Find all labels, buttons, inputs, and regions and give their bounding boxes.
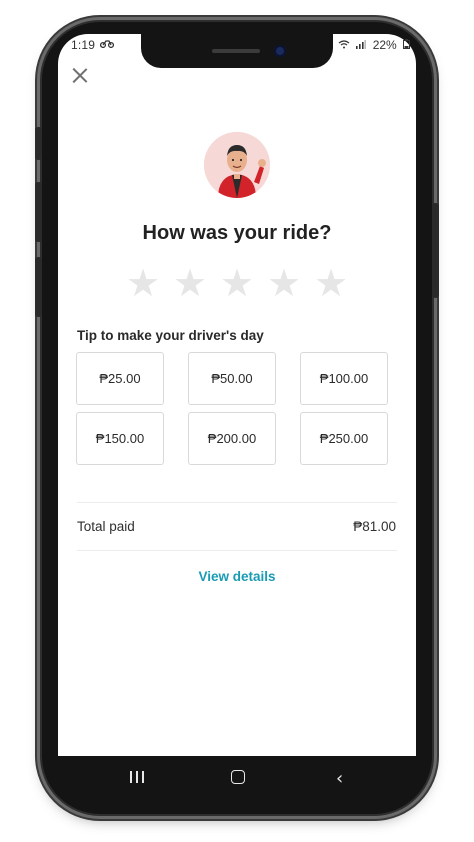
star-rating[interactable]: ★ ★ ★ ★ ★	[124, 265, 350, 305]
speaker-grille	[212, 49, 260, 53]
tip-option-button[interactable]: ₱100.00	[300, 352, 388, 405]
status-time: 1:19	[71, 38, 96, 52]
front-camera	[274, 45, 286, 57]
volume-key	[35, 127, 42, 160]
recents-icon[interactable]	[129, 771, 145, 783]
home-icon[interactable]	[231, 770, 245, 784]
star-icon[interactable]: ★	[312, 265, 350, 303]
power-key	[432, 203, 439, 298]
tip-option-button[interactable]: ₱25.00	[76, 352, 164, 405]
volume-up-key	[35, 182, 42, 242]
tip-option-button[interactable]: ₱200.00	[188, 412, 276, 465]
rating-title: How was your ride?	[142, 222, 332, 244]
divider	[77, 502, 397, 503]
back-icon[interactable]: ‹	[336, 768, 343, 789]
battery-text: 22%	[372, 38, 397, 52]
tip-label: Tip to make your driver's day	[77, 328, 264, 343]
battery-icon	[403, 38, 411, 52]
star-icon[interactable]: ★	[265, 265, 303, 303]
wifi-icon	[338, 38, 353, 52]
tip-option-button[interactable]: ₱50.00	[188, 352, 276, 405]
total-paid-label: Total paid	[77, 519, 135, 534]
status-right: 22%	[338, 38, 413, 52]
close-icon[interactable]	[71, 66, 89, 84]
motorbike-icon	[99, 38, 115, 51]
signal-icon	[356, 38, 369, 52]
divider	[77, 550, 397, 551]
tip-option-button[interactable]: ₱150.00	[76, 412, 164, 465]
driver-avatar	[204, 132, 270, 198]
star-icon[interactable]: ★	[218, 265, 256, 303]
view-details-link[interactable]: View details	[58, 569, 416, 584]
star-icon[interactable]: ★	[124, 265, 162, 303]
star-icon[interactable]: ★	[171, 265, 209, 303]
tip-option-button[interactable]: ₱250.00	[300, 412, 388, 465]
volume-down-key	[35, 257, 42, 317]
total-paid-value: ₱81.00	[353, 519, 396, 534]
tip-options: ₱25.00 ₱50.00 ₱100.00 ₱150.00 ₱200.00 ₱2…	[76, 352, 390, 466]
